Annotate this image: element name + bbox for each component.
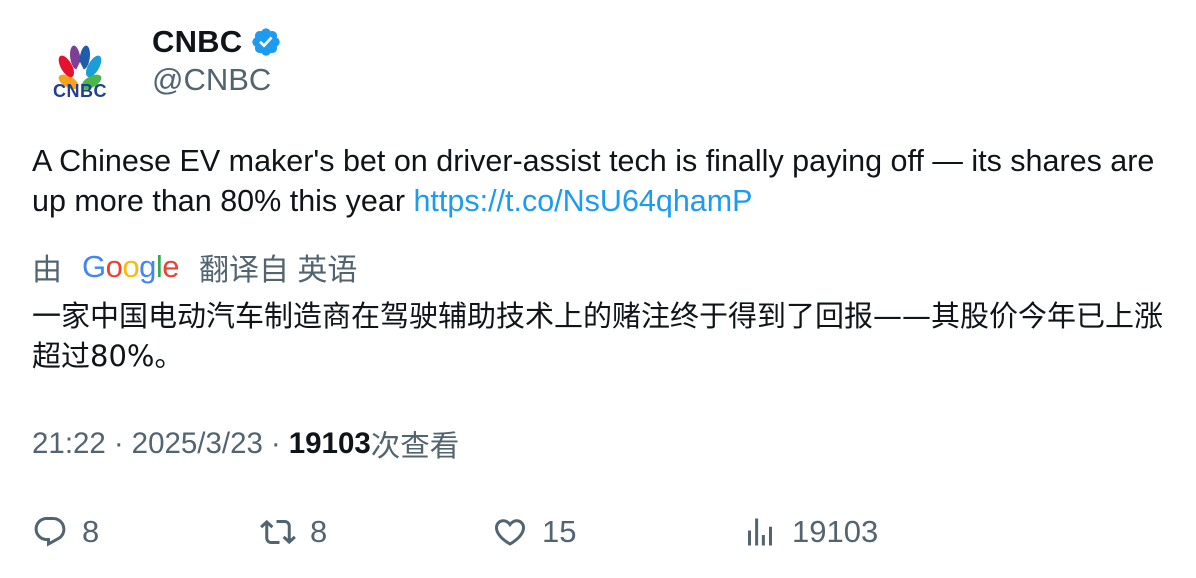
reply-button[interactable]: 8: [32, 510, 99, 554]
reply-count: 8: [82, 514, 100, 549]
analytics-icon: [748, 518, 772, 546]
author-name-row: CNBC: [152, 20, 282, 64]
tweet-text: A Chinese EV maker's bet on driver-assis…: [32, 141, 1172, 221]
author-handle[interactable]: @CNBC: [152, 62, 271, 98]
author-avatar[interactable]: CNBC: [40, 32, 120, 112]
translation-attribution: 由 Google 翻译自 英语: [32, 246, 357, 288]
like-button[interactable]: 15: [492, 510, 576, 554]
views-label: 次查看: [370, 430, 460, 463]
translation-suffix: 翻译自 英语: [199, 254, 358, 287]
author-display-name[interactable]: CNBC: [152, 24, 242, 60]
views-button[interactable]: 19103: [742, 510, 878, 554]
translation-prefix: 由: [32, 254, 62, 287]
like-count: 15: [542, 514, 577, 549]
retweet-icon: [260, 519, 296, 545]
tweet-meta: 21:22 · 2025/3/23 · 19103 次查看: [32, 424, 459, 464]
tweet-date[interactable]: 2025/3/23: [132, 427, 263, 461]
views-action-count: 19103: [792, 514, 879, 549]
heart-icon: [494, 519, 526, 546]
translated-text: 一家中国电动汽车制造商在驾驶辅助技术上的赌注终于得到了回报——其股价今年已上涨超…: [32, 299, 1164, 373]
avatar-logo-text: CNBC: [53, 81, 107, 101]
meta-separator: ·: [113, 427, 124, 460]
retweet-button[interactable]: 8: [260, 510, 327, 554]
google-logo: Google: [82, 249, 180, 284]
tweet-time[interactable]: 21:22: [32, 427, 106, 461]
retweet-count: 8: [310, 514, 328, 549]
cnbc-peacock-logo: CNBC: [53, 45, 107, 101]
meta-separator: ·: [270, 427, 281, 460]
reply-icon: [34, 517, 66, 547]
verified-badge-icon[interactable]: [250, 26, 282, 58]
tweet-link[interactable]: https://t.co/NsU64qhamP: [413, 184, 752, 218]
views-count: 19103: [288, 427, 371, 460]
tweet-card: CNBC CNBC @CNBC A Chinese EV maker's bet…: [0, 0, 1196, 578]
